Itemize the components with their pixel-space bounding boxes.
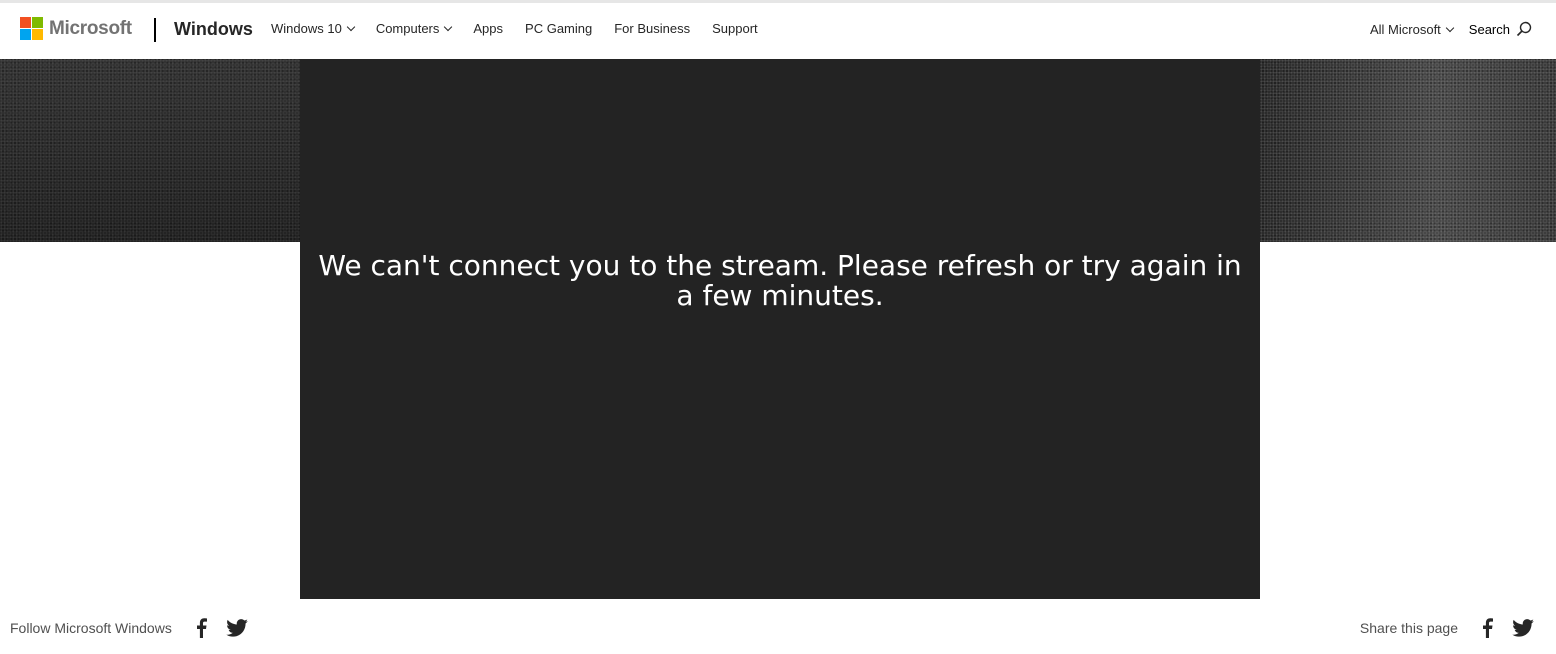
chevron-down-icon <box>1445 23 1455 32</box>
nav-pc-gaming-label: PC Gaming <box>525 21 593 36</box>
twitter-icon[interactable] <box>1512 617 1534 639</box>
stream-error-message: We can't connect you to the stream. Plea… <box>318 249 1242 312</box>
windows-brand-link[interactable]: Windows <box>174 19 253 40</box>
all-microsoft-menu[interactable]: All Microsoft <box>1370 21 1455 37</box>
twitter-icon[interactable] <box>226 617 248 639</box>
all-microsoft-label: All Microsoft <box>1370 21 1441 37</box>
share-label: Share this page <box>1359 620 1458 636</box>
nav-for-business[interactable]: For Business <box>614 21 690 36</box>
search-label: Search <box>1468 21 1510 37</box>
nav-pc-gaming[interactable]: PC Gaming <box>525 21 592 36</box>
microsoft-logo-icon <box>20 17 43 40</box>
chevron-down-icon <box>444 22 453 32</box>
follow-section: Follow Microsoft Windows <box>10 617 248 639</box>
facebook-icon[interactable] <box>190 617 212 639</box>
nav-computers[interactable]: Computers <box>375 21 453 36</box>
video-player[interactable]: We can't connect you to the stream. Plea… <box>300 59 1260 599</box>
microsoft-logo-link[interactable]: Microsoft <box>20 17 132 40</box>
nav-apps-label: Apps <box>473 21 504 36</box>
chevron-down-icon <box>346 22 356 32</box>
nav-windows-10-label: Windows 10 <box>271 21 342 36</box>
share-section: Share this page <box>1360 617 1534 639</box>
nav-support-label: Support <box>712 21 758 36</box>
search-icon <box>1516 21 1532 37</box>
primary-nav: Windows 10 Computers Apps PC Gaming For … <box>260 21 769 36</box>
search-button[interactable]: Search <box>1469 21 1532 37</box>
microsoft-logo-text: Microsoft <box>49 17 132 39</box>
hero-background-right <box>1260 59 1556 242</box>
nav-support[interactable]: Support <box>712 21 758 36</box>
nav-for-business-label: For Business <box>614 21 691 36</box>
facebook-icon[interactable] <box>1476 617 1498 639</box>
site-header: Microsoft Windows Windows 10 Computers A… <box>0 3 1556 59</box>
follow-label: Follow Microsoft Windows <box>10 620 172 636</box>
hero-background-left <box>0 59 300 242</box>
nav-windows-10[interactable]: Windows 10 <box>271 21 356 36</box>
nav-computers-label: Computers <box>375 21 440 36</box>
header-right-nav: All Microsoft Search <box>1370 21 1532 37</box>
header-divider <box>154 18 156 42</box>
nav-apps[interactable]: Apps <box>473 21 503 36</box>
